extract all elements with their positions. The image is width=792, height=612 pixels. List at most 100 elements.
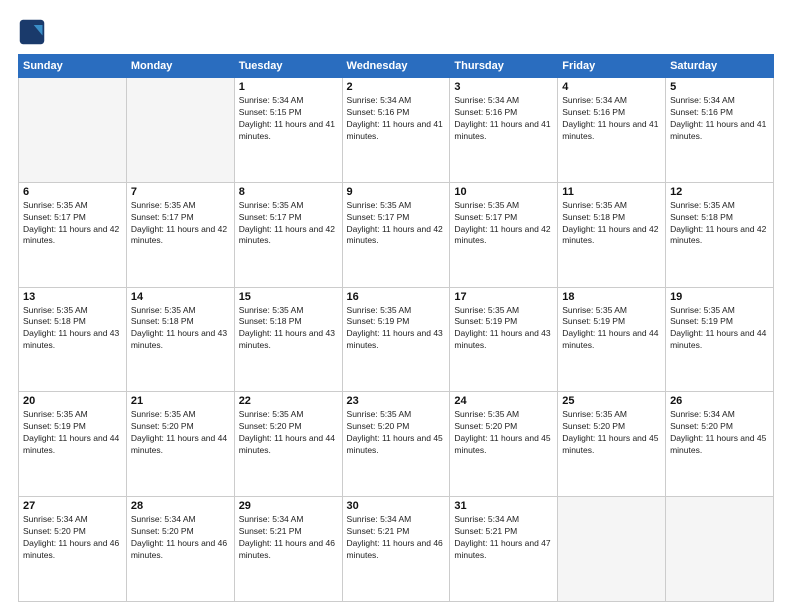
day-number: 23 [347, 395, 446, 407]
day-number: 28 [131, 500, 230, 512]
calendar-cell: 16Sunrise: 5:35 AMSunset: 5:19 PMDayligh… [342, 287, 450, 392]
week-row-3: 13 Sunrise: 5:35 AMSunset: 5:18 PMDayligh… [19, 287, 774, 392]
cell-details: Sunrise: 5:34 AMSunset: 5:20 PMDaylight:… [670, 409, 769, 457]
day-number: 27 [23, 500, 122, 512]
cell-details: Sunrise: 5:35 AMSunset: 5:18 PMDaylight:… [562, 200, 661, 248]
calendar-cell [666, 497, 774, 602]
day-number: 7 [131, 186, 230, 198]
cell-details: Sunrise: 5:34 AMSunset: 5:16 PMDaylight:… [347, 95, 446, 143]
week-row-5: 27 Sunrise: 5:34 AMSunset: 5:20 PMDayligh… [19, 497, 774, 602]
cell-details: Sunrise: 5:35 AMSunset: 5:20 PMDaylight:… [562, 409, 661, 457]
calendar-cell: 1Sunrise: 5:34 AMSunset: 5:15 PMDaylight… [234, 78, 342, 183]
calendar-cell: 28 Sunrise: 5:34 AMSunset: 5:20 PMDayligh… [126, 497, 234, 602]
calendar-cell: 29 Sunrise: 5:34 AMSunset: 5:21 PMDayligh… [234, 497, 342, 602]
day-header-wednesday: Wednesday [342, 55, 450, 78]
day-number: 21 [131, 395, 230, 407]
day-number: 29 [239, 500, 338, 512]
day-header-monday: Monday [126, 55, 234, 78]
day-header-tuesday: Tuesday [234, 55, 342, 78]
cell-details: Sunrise: 5:34 AMSunset: 5:16 PMDaylight:… [670, 95, 769, 143]
day-number: 2 [347, 81, 446, 93]
calendar-cell: 3 Sunrise: 5:34 AMSunset: 5:16 PMDaylight… [450, 78, 558, 183]
calendar-cell: 8Sunrise: 5:35 AMSunset: 5:17 PMDaylight… [234, 182, 342, 287]
calendar-cell: 7 Sunrise: 5:35 AMSunset: 5:17 PMDaylight… [126, 182, 234, 287]
day-number: 25 [562, 395, 661, 407]
calendar-cell: 2 Sunrise: 5:34 AMSunset: 5:16 PMDaylight… [342, 78, 450, 183]
cell-details: Sunrise: 5:35 AMSunset: 5:18 PMDaylight:… [23, 305, 122, 353]
cell-details: Sunrise: 5:35 AMSunset: 5:19 PMDaylight:… [347, 305, 446, 353]
day-number: 10 [454, 186, 553, 198]
day-number: 5 [670, 81, 769, 93]
cell-details: Sunrise: 5:34 AMSunset: 5:16 PMDaylight:… [454, 95, 553, 143]
day-number: 3 [454, 81, 553, 93]
day-header-thursday: Thursday [450, 55, 558, 78]
calendar-cell [19, 78, 127, 183]
cell-details: Sunrise: 5:34 AMSunset: 5:15 PMDaylight:… [239, 95, 338, 143]
day-number: 20 [23, 395, 122, 407]
cell-details: Sunrise: 5:34 AMSunset: 5:16 PMDaylight:… [562, 95, 661, 143]
calendar-cell: 17 Sunrise: 5:35 AMSunset: 5:19 PMDayligh… [450, 287, 558, 392]
cell-details: Sunrise: 5:35 AMSunset: 5:20 PMDaylight:… [347, 409, 446, 457]
day-number: 11 [562, 186, 661, 198]
calendar-cell [126, 78, 234, 183]
day-number: 4 [562, 81, 661, 93]
calendar-cell: 25 Sunrise: 5:35 AMSunset: 5:20 PMDayligh… [558, 392, 666, 497]
header [18, 18, 774, 46]
cell-details: Sunrise: 5:35 AMSunset: 5:18 PMDaylight:… [239, 305, 338, 353]
day-number: 9 [347, 186, 446, 198]
cell-details: Sunrise: 5:34 AMSunset: 5:21 PMDaylight:… [347, 514, 446, 562]
day-number: 17 [454, 291, 553, 303]
calendar-cell: 20 Sunrise: 5:35 AMSunset: 5:19 PMDayligh… [19, 392, 127, 497]
cell-details: Sunrise: 5:35 AMSunset: 5:18 PMDaylight:… [670, 200, 769, 248]
calendar-cell: 18 Sunrise: 5:35 AMSunset: 5:19 PMDayligh… [558, 287, 666, 392]
week-row-2: 6 Sunrise: 5:35 AMSunset: 5:17 PMDaylight… [19, 182, 774, 287]
day-number: 13 [23, 291, 122, 303]
day-number: 6 [23, 186, 122, 198]
cell-details: Sunrise: 5:35 AMSunset: 5:19 PMDaylight:… [562, 305, 661, 353]
calendar-body: 1Sunrise: 5:34 AMSunset: 5:15 PMDaylight… [19, 78, 774, 602]
calendar-cell: 21 Sunrise: 5:35 AMSunset: 5:20 PMDayligh… [126, 392, 234, 497]
day-number: 14 [131, 291, 230, 303]
day-number: 26 [670, 395, 769, 407]
week-row-1: 1Sunrise: 5:34 AMSunset: 5:15 PMDaylight… [19, 78, 774, 183]
day-number: 22 [239, 395, 338, 407]
calendar-cell: 23 Sunrise: 5:35 AMSunset: 5:20 PMDayligh… [342, 392, 450, 497]
calendar-cell: 24 Sunrise: 5:35 AMSunset: 5:20 PMDayligh… [450, 392, 558, 497]
cell-details: Sunrise: 5:35 AMSunset: 5:17 PMDaylight:… [454, 200, 553, 248]
day-number: 18 [562, 291, 661, 303]
page: SundayMondayTuesdayWednesdayThursdayFrid… [0, 0, 792, 612]
calendar-cell: 22 Sunrise: 5:35 AMSunset: 5:20 PMDayligh… [234, 392, 342, 497]
cell-details: Sunrise: 5:35 AMSunset: 5:20 PMDaylight:… [131, 409, 230, 457]
calendar-cell: 10 Sunrise: 5:35 AMSunset: 5:17 PMDayligh… [450, 182, 558, 287]
calendar-header-row: SundayMondayTuesdayWednesdayThursdayFrid… [19, 55, 774, 78]
cell-details: Sunrise: 5:34 AMSunset: 5:20 PMDaylight:… [131, 514, 230, 562]
calendar-cell: 13 Sunrise: 5:35 AMSunset: 5:18 PMDayligh… [19, 287, 127, 392]
cell-details: Sunrise: 5:35 AMSunset: 5:20 PMDaylight:… [239, 409, 338, 457]
calendar-cell: 4 Sunrise: 5:34 AMSunset: 5:16 PMDaylight… [558, 78, 666, 183]
cell-details: Sunrise: 5:35 AMSunset: 5:17 PMDaylight:… [23, 200, 122, 248]
cell-details: Sunrise: 5:35 AMSunset: 5:18 PMDaylight:… [131, 305, 230, 353]
calendar-cell: 26 Sunrise: 5:34 AMSunset: 5:20 PMDayligh… [666, 392, 774, 497]
cell-details: Sunrise: 5:35 AMSunset: 5:19 PMDaylight:… [454, 305, 553, 353]
calendar-cell: 19Sunrise: 5:35 AMSunset: 5:19 PMDayligh… [666, 287, 774, 392]
cell-details: Sunrise: 5:35 AMSunset: 5:17 PMDaylight:… [131, 200, 230, 248]
calendar-cell: 11 Sunrise: 5:35 AMSunset: 5:18 PMDayligh… [558, 182, 666, 287]
day-number: 24 [454, 395, 553, 407]
day-header-sunday: Sunday [19, 55, 127, 78]
day-number: 15 [239, 291, 338, 303]
day-number: 31 [454, 500, 553, 512]
calendar-cell: 15 Sunrise: 5:35 AMSunset: 5:18 PMDayligh… [234, 287, 342, 392]
day-header-saturday: Saturday [666, 55, 774, 78]
calendar-cell: 5 Sunrise: 5:34 AMSunset: 5:16 PMDaylight… [666, 78, 774, 183]
logo-icon [18, 18, 46, 46]
day-number: 8 [239, 186, 338, 198]
cell-details: Sunrise: 5:34 AMSunset: 5:21 PMDaylight:… [239, 514, 338, 562]
week-row-4: 20 Sunrise: 5:35 AMSunset: 5:19 PMDayligh… [19, 392, 774, 497]
cell-details: Sunrise: 5:35 AMSunset: 5:20 PMDaylight:… [454, 409, 553, 457]
calendar-cell: 12Sunrise: 5:35 AMSunset: 5:18 PMDayligh… [666, 182, 774, 287]
calendar-cell: 14 Sunrise: 5:35 AMSunset: 5:18 PMDayligh… [126, 287, 234, 392]
cell-details: Sunrise: 5:35 AMSunset: 5:17 PMDaylight:… [347, 200, 446, 248]
logo [18, 18, 48, 46]
cell-details: Sunrise: 5:34 AMSunset: 5:20 PMDaylight:… [23, 514, 122, 562]
cell-details: Sunrise: 5:35 AMSunset: 5:19 PMDaylight:… [23, 409, 122, 457]
